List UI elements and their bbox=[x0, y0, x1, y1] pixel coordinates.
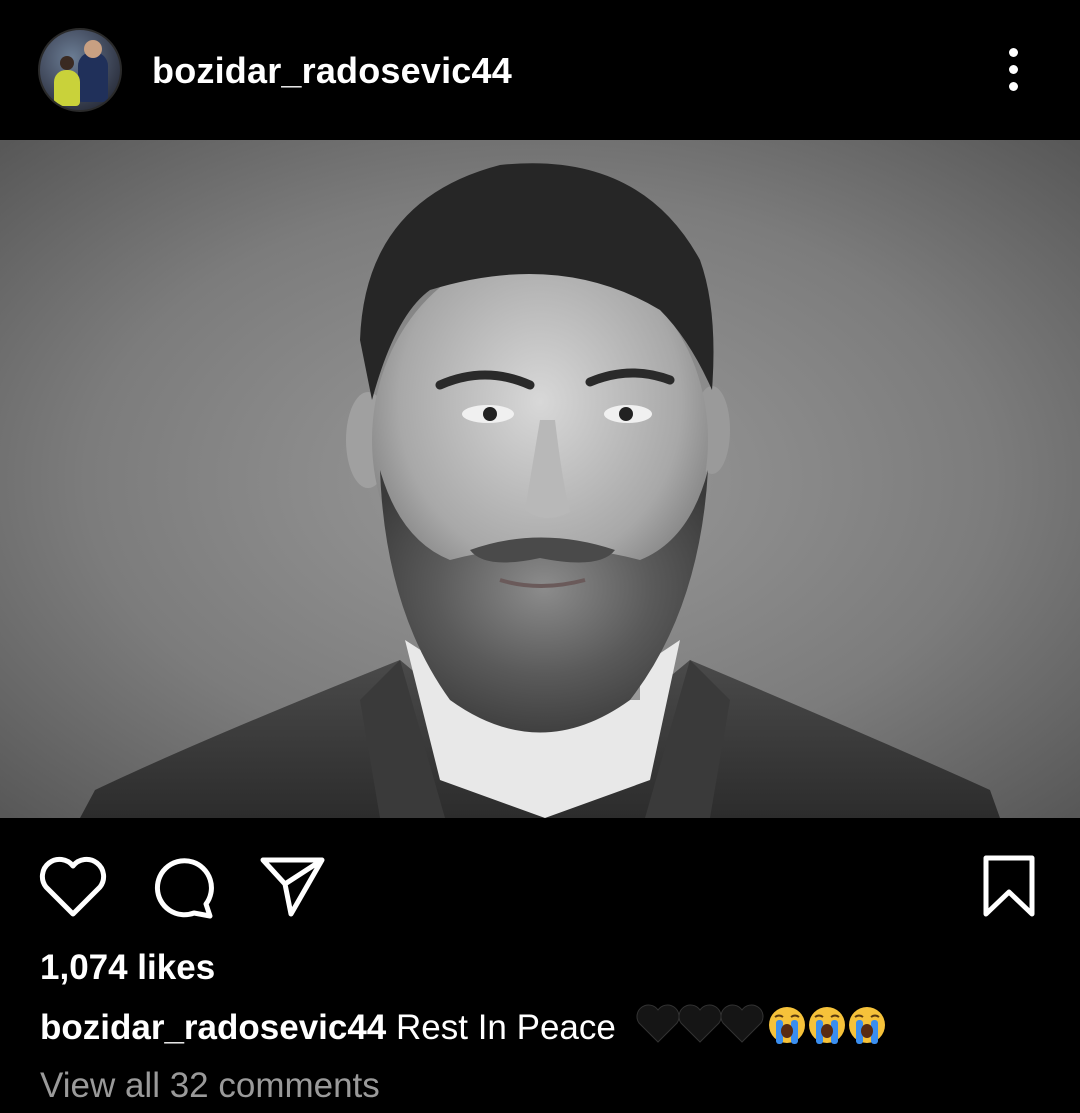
caption-text: Rest In Peace bbox=[396, 1007, 616, 1047]
likes-count[interactable]: 1,074 likes bbox=[40, 948, 215, 988]
black-heart-emoji bbox=[636, 1004, 680, 1043]
loudly-crying-face-emoji bbox=[848, 1007, 885, 1044]
post-caption: bozidar_radosevic44 Rest In Peace bbox=[40, 1004, 886, 1055]
comment-icon[interactable] bbox=[150, 854, 220, 920]
more-vertical-icon[interactable] bbox=[996, 44, 1032, 96]
send-icon[interactable] bbox=[258, 854, 328, 920]
bookmark-icon[interactable] bbox=[978, 854, 1040, 920]
loudly-crying-face-emoji bbox=[808, 1007, 845, 1044]
black-heart-emoji bbox=[678, 1004, 722, 1043]
portrait-illustration bbox=[0, 140, 1080, 818]
heart-icon[interactable] bbox=[38, 854, 108, 920]
view-comments-link[interactable]: View all 32 comments bbox=[40, 1066, 380, 1106]
caption-username[interactable]: bozidar_radosevic44 bbox=[40, 1008, 386, 1047]
post-actions bbox=[0, 818, 1080, 938]
post-header: bozidar_radosevic44 bbox=[0, 0, 1080, 140]
post-username[interactable]: bozidar_radosevic44 bbox=[152, 50, 512, 92]
loudly-crying-face-emoji bbox=[768, 1007, 805, 1044]
post-photo[interactable] bbox=[0, 140, 1080, 818]
avatar[interactable] bbox=[38, 28, 122, 112]
black-heart-emoji bbox=[720, 1004, 764, 1043]
emoji-group bbox=[636, 1004, 886, 1055]
